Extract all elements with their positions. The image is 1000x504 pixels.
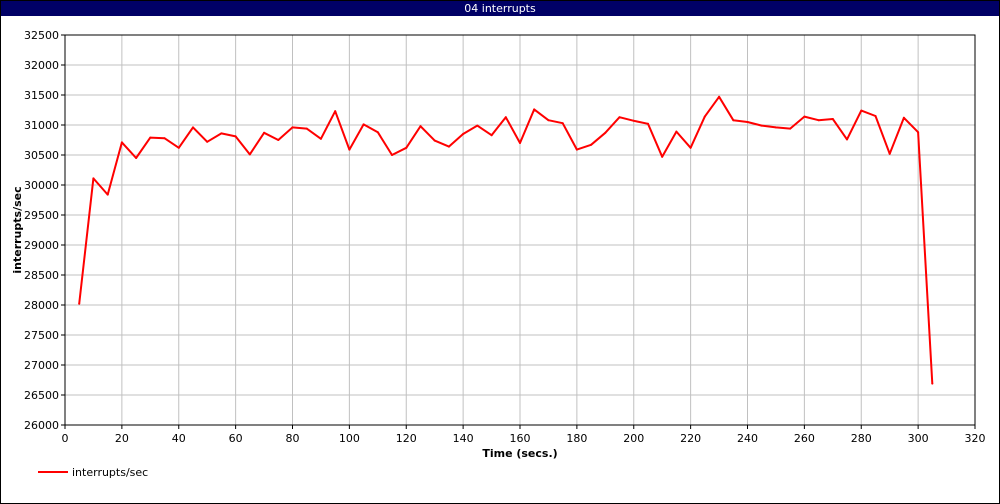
data-point [291,126,294,129]
data-point [561,122,564,125]
y-tick-label: 30000 [24,179,59,192]
line-chart: 0 20 40 60 80 100 120 140 160 180 200 220 240 260 280 3… [11,29,986,479]
y-tick-label: 32500 [24,29,59,42]
x-tick-label: 260 [794,432,815,445]
data-point [319,137,322,140]
data-point [618,116,621,119]
data-point [376,131,379,134]
y-tick-label: 27500 [24,329,59,342]
data-point [206,140,209,143]
data-point [149,136,152,139]
data-point [476,124,479,127]
data-point [504,116,507,119]
data-point [391,154,393,156]
data-point [661,155,664,158]
legend: interrupts/sec [38,466,148,479]
data-point [917,131,920,134]
data-point [888,152,891,155]
data-point [248,153,251,156]
data-point [277,139,280,141]
data-point [774,126,777,129]
data-point [647,122,649,125]
x-tick-label: 240 [737,432,758,445]
x-tick-label: 0 [62,432,69,445]
x-tick-label: 180 [566,432,587,445]
data-point [120,141,123,144]
data-point [405,146,408,149]
x-tick-label: 20 [115,432,129,445]
data-point [135,157,138,159]
data-point [931,382,934,385]
x-tick-label: 160 [510,432,531,445]
data-point [106,193,109,196]
data-point [433,139,436,142]
x-tick-label: 40 [172,432,186,445]
x-tick-label: 320 [965,432,986,445]
data-point [263,131,266,134]
y-tick-label: 31000 [24,119,59,132]
data-point [590,143,593,146]
data-point [305,127,308,130]
x-tick-label: 200 [623,432,644,445]
data-point [760,124,763,127]
data-point [220,132,223,135]
x-tick-label: 100 [339,432,360,445]
y-tick-label: 30500 [24,149,59,162]
y-tick-label: 32000 [24,59,59,72]
data-point [419,125,422,128]
x-axis: 0 20 40 60 80 100 120 140 160 180 200 220 240 260 280 3… [62,425,986,445]
data-point [817,119,820,122]
data-point [163,137,166,140]
data-point [447,145,450,148]
data-point [192,126,194,129]
y-tick-label: 29000 [24,239,59,252]
data-point [632,119,635,122]
data-point [703,115,706,118]
y-tick-label: 28500 [24,269,59,282]
legend-label: interrupts/sec [72,466,148,479]
data-point [718,95,721,98]
data-point [746,121,749,123]
data-point [92,177,95,180]
data-point [362,123,365,126]
x-tick-label: 280 [851,432,872,445]
data-point [846,138,848,141]
data-point [575,148,578,151]
y-tick-label: 29500 [24,209,59,222]
data-point [533,108,536,111]
data-point [462,133,465,135]
data-point [490,134,493,137]
y-axis-title: interrupts/sec [11,186,24,273]
data-point [675,130,678,133]
x-tick-label: 80 [286,432,300,445]
data-point [874,115,877,117]
x-tick-label: 300 [908,432,929,445]
x-tick-label: 220 [680,432,701,445]
data-point [348,148,351,151]
x-tick-label: 140 [453,432,474,445]
data-point [689,146,692,149]
x-tick-label: 60 [229,432,243,445]
data-point [519,142,521,144]
data-point [547,119,550,122]
y-tick-label: 27000 [24,359,59,372]
data-point [789,127,792,130]
x-tick-label: 120 [396,432,417,445]
data-point [860,109,863,112]
data-point [831,118,834,120]
y-axis: 26000 26500 27000 27500 28000 28500 29000 29500… [24,29,65,432]
y-tick-label: 31500 [24,89,59,102]
y-tick-label: 28000 [24,299,59,312]
data-point [334,110,337,113]
y-tick-label: 26500 [24,389,59,402]
data-point [902,116,905,119]
data-point [732,119,735,122]
y-tick-label: 26000 [24,419,59,432]
data-point [177,146,180,149]
data-point [234,135,237,138]
data-point [78,302,81,305]
data-point [803,115,806,118]
data-point [604,131,607,134]
x-axis-title: Time (secs.) [482,447,557,460]
